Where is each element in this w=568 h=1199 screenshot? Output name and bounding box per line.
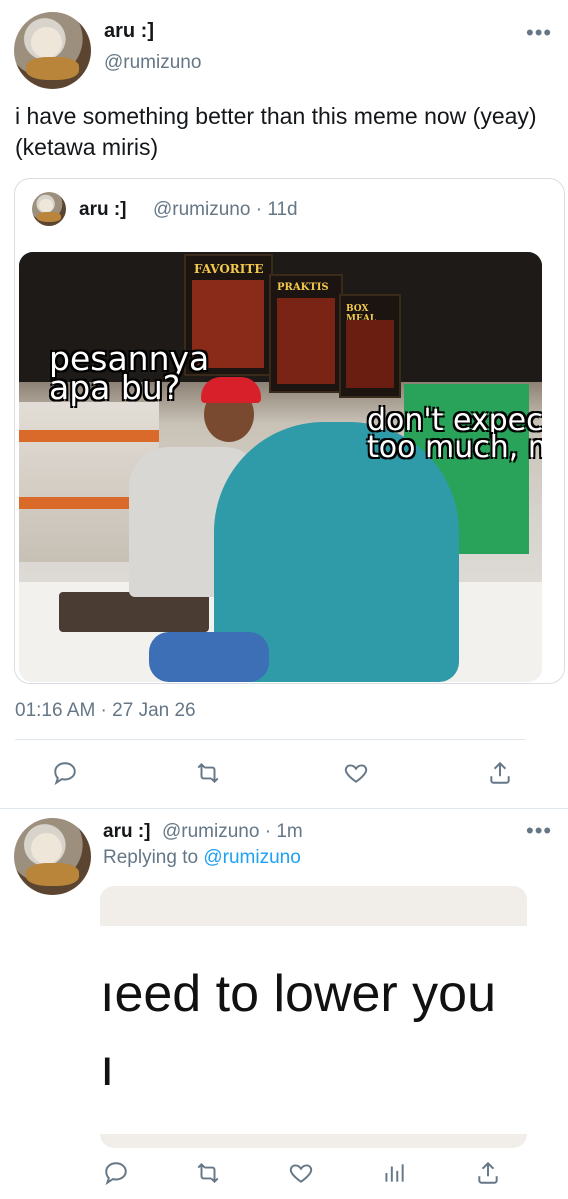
divider bbox=[15, 739, 525, 740]
reply-author-avatar[interactable] bbox=[14, 818, 91, 895]
share-icon[interactable] bbox=[482, 755, 518, 791]
author-handle[interactable]: @rumizuno bbox=[104, 52, 201, 74]
image-pattern-bottom bbox=[100, 1134, 527, 1148]
tweet-timestamp[interactable]: 01:16 AM · 27 Jan 26 bbox=[15, 700, 196, 722]
replying-to-handle[interactable]: @rumizuno bbox=[203, 847, 300, 868]
more-options-icon[interactable]: ••• bbox=[526, 20, 552, 46]
quoted-author-avatar bbox=[32, 192, 66, 226]
reply-author-handle-time[interactable]: @rumizuno · 1m bbox=[162, 821, 303, 843]
meme-caption-right: don't expec too much, m bbox=[367, 403, 542, 465]
menu-label-favorite: FAVORITE bbox=[194, 262, 264, 276]
tweet-text: i have something better than this meme n… bbox=[15, 103, 537, 160]
menu-board-3: BOX MEAL bbox=[339, 294, 401, 398]
analytics-icon[interactable] bbox=[376, 1155, 412, 1191]
tray bbox=[59, 592, 209, 632]
reply-share-icon[interactable] bbox=[470, 1155, 506, 1191]
reply-more-options-icon[interactable]: ••• bbox=[526, 818, 552, 844]
meme-caption-left: pesannya apa bu? bbox=[49, 339, 210, 407]
quoted-author-name: aru :] bbox=[79, 199, 127, 220]
reply-image[interactable]: ıeed to lower you ı bbox=[100, 886, 527, 1148]
reply-retweet-icon[interactable] bbox=[190, 1155, 226, 1191]
quoted-tweet-card[interactable]: aru :] @rumizuno · 11d FAVORITE PRAKTIS … bbox=[14, 178, 565, 684]
author-avatar[interactable] bbox=[14, 12, 91, 89]
section-divider bbox=[0, 808, 568, 809]
reply-icon[interactable] bbox=[47, 755, 83, 791]
reply-image-text-line2: ı bbox=[100, 1039, 115, 1097]
quoted-meme-image[interactable]: FAVORITE PRAKTIS BOX MEAL pesannya apa b… bbox=[19, 252, 542, 682]
quoted-author-handle-time: @rumizuno · 11d bbox=[153, 199, 298, 220]
author-name[interactable]: aru :] bbox=[104, 20, 154, 43]
retweet-icon[interactable] bbox=[190, 755, 226, 791]
menu-label-praktis: PRAKTIS bbox=[277, 282, 329, 293]
replying-to: Replying to @rumizuno bbox=[103, 847, 301, 868]
reply-like-icon[interactable] bbox=[283, 1155, 319, 1191]
reply-image-text-line1: ıeed to lower you bbox=[100, 965, 497, 1023]
menu-board-2: PRAKTIS bbox=[269, 274, 343, 393]
cashier-cap bbox=[201, 377, 261, 403]
image-pattern-top bbox=[100, 886, 527, 926]
like-icon[interactable] bbox=[338, 755, 374, 791]
reply-author-name[interactable]: aru :] bbox=[103, 821, 151, 843]
reply-reply-icon[interactable] bbox=[98, 1155, 134, 1191]
